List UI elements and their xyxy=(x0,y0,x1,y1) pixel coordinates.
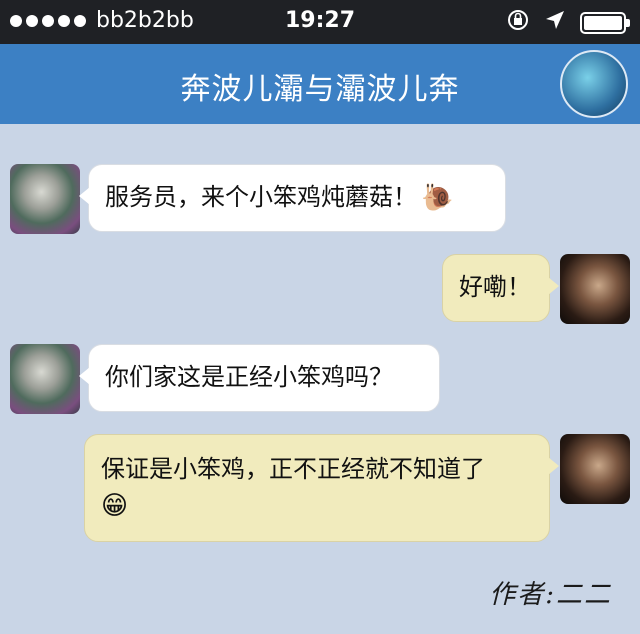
avatar[interactable] xyxy=(560,434,630,504)
message-text: 服务员，来个小笨鸡炖蘑菇！ xyxy=(105,183,417,211)
group-avatar[interactable] xyxy=(560,50,628,118)
message-bubble-right[interactable]: 好嘞！ xyxy=(442,254,559,322)
chat-title: 奔波儿灞与灞波儿奔 xyxy=(180,72,460,107)
battery-icon xyxy=(580,11,630,34)
status-right xyxy=(506,8,630,37)
message-bubble-left[interactable]: 你们家这是正经小笨鸡吗？ xyxy=(79,344,440,412)
nav-bar: 奔波儿灞与灞波儿奔 xyxy=(0,44,640,124)
grinning-emoji-icon: 😁 xyxy=(101,491,129,521)
message-bubble-left[interactable]: 服务员，来个小笨鸡炖蘑菇！ 🐌 xyxy=(79,164,506,232)
avatar[interactable] xyxy=(10,344,80,414)
location-arrow-icon xyxy=(544,9,566,36)
message-text: 好嘞！ xyxy=(459,273,531,301)
avatar[interactable] xyxy=(560,254,630,324)
snail-emoji-icon: 🐌 xyxy=(421,183,454,213)
message-bubble-right[interactable]: 保证是小笨鸡，正不正经就不知道了 😁 xyxy=(84,434,559,542)
message-text: 保证是小笨鸡，正不正经就不知道了 xyxy=(101,455,485,483)
avatar[interactable] xyxy=(10,164,80,234)
author-signature: 作者:二二 xyxy=(489,580,612,610)
rotation-lock-icon xyxy=(506,8,530,37)
message-text: 你们家这是正经小笨鸡吗？ xyxy=(105,363,393,391)
status-bar: bb2b2bb 19:27 xyxy=(0,0,640,44)
